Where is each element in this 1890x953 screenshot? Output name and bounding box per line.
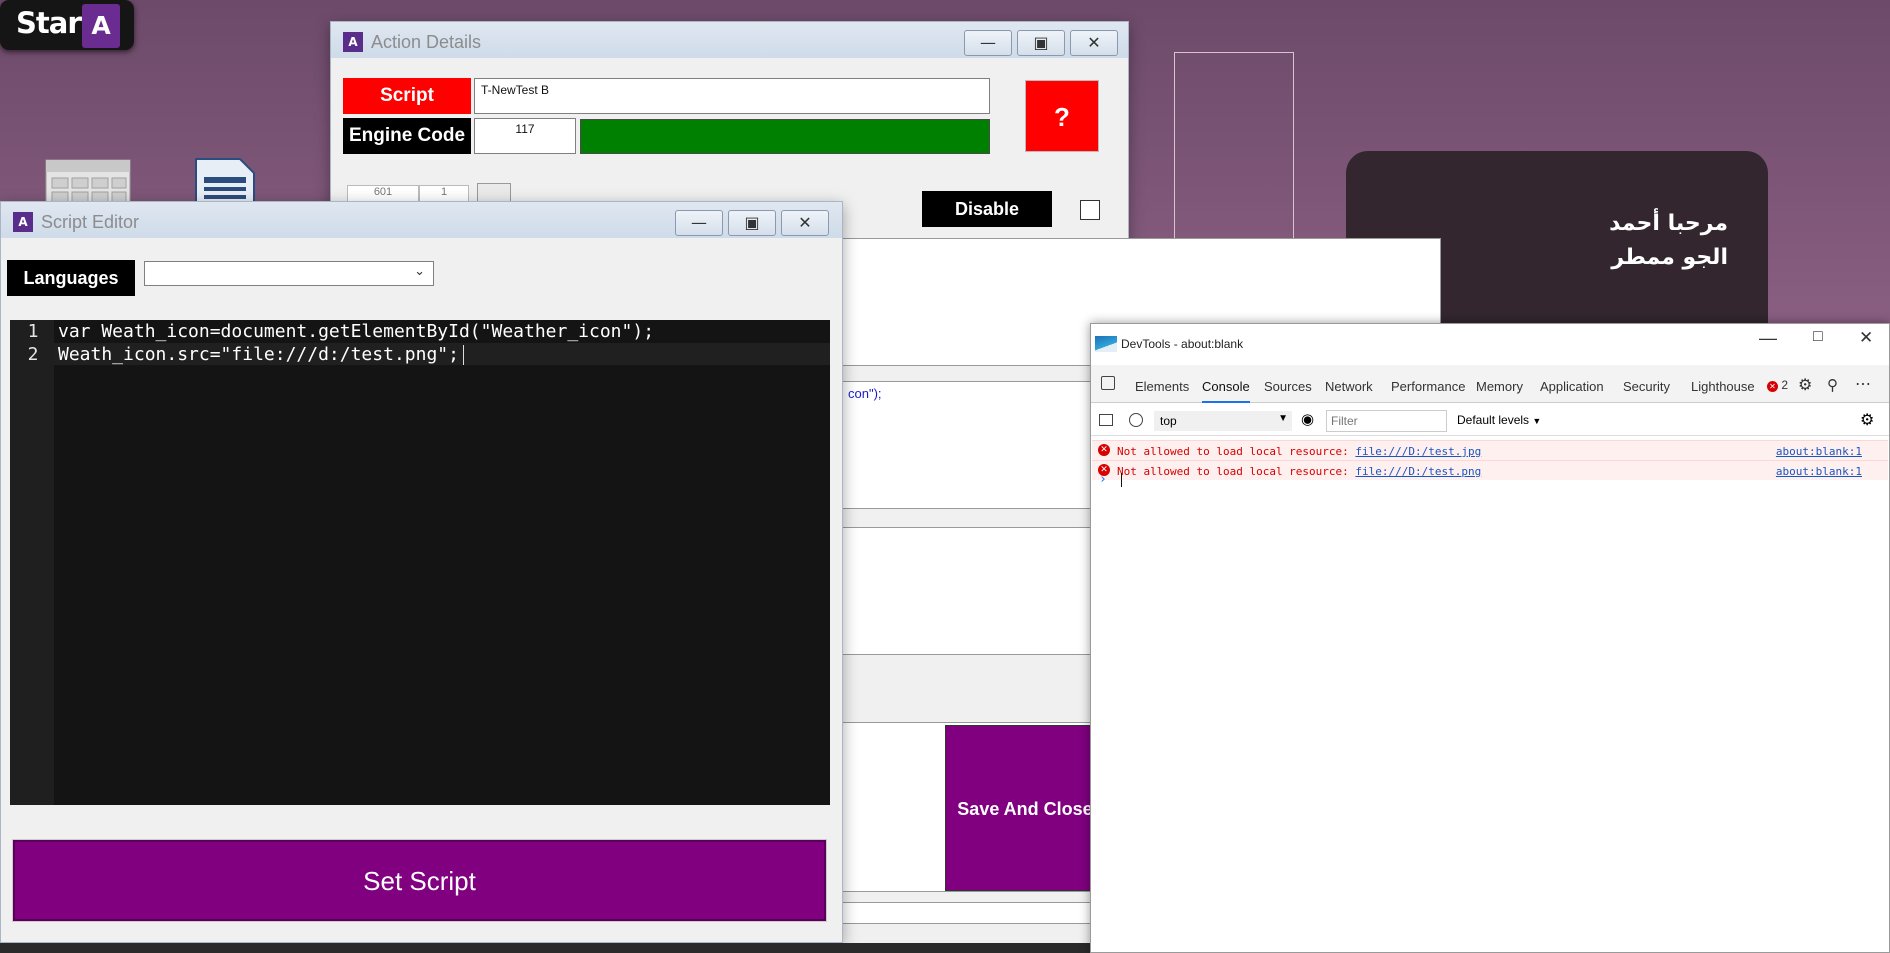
close-button[interactable]: ✕: [781, 210, 829, 236]
minimize-button[interactable]: —: [675, 210, 723, 236]
inspect-icon[interactable]: [1101, 376, 1115, 390]
window-title: DevTools - about:blank: [1121, 337, 1244, 351]
disable-button[interactable]: Disable: [922, 191, 1052, 227]
broken-image: [1174, 52, 1294, 252]
close-button[interactable]: ✕: [1859, 328, 1873, 348]
calculator-icon[interactable]: [44, 158, 132, 207]
tab-console[interactable]: Console: [1202, 379, 1250, 403]
line-gutter: [10, 320, 54, 805]
code-line: Weath_icon.src="file:///d:/test.png";: [58, 344, 459, 365]
text-cursor: [1120, 472, 1122, 487]
console-prompt[interactable]: ›: [1099, 472, 1881, 492]
disable-checkbox[interactable]: [1080, 200, 1100, 220]
text-cursor: [463, 345, 464, 365]
line-number: 1: [27, 321, 39, 342]
error-icon: ✕: [1767, 381, 1778, 392]
tab-application[interactable]: Application: [1540, 379, 1604, 394]
eye-icon[interactable]: ◉: [1301, 410, 1314, 428]
save-and-close-button[interactable]: Save And Close: [945, 725, 1105, 891]
tab-lighthouse[interactable]: Lighthouse: [1691, 379, 1755, 394]
maximize-button[interactable]: ▣: [728, 210, 776, 236]
app-logo-icon: A: [82, 4, 120, 48]
title-bar: A Action Details — ▣ ✕: [331, 22, 1128, 58]
close-button[interactable]: ✕: [1070, 30, 1118, 56]
bottom-bar: [837, 902, 1127, 924]
code-preview-text: con");: [848, 386, 882, 401]
clear-console-icon[interactable]: [1129, 413, 1143, 427]
tab-memory[interactable]: Memory: [1476, 379, 1523, 394]
error-message: Not allowed to load local resource: file…: [1117, 445, 1482, 458]
window-title: Action Details: [371, 32, 482, 52]
tab-performance[interactable]: Performance: [1391, 379, 1465, 394]
devtools-logo-icon: [1095, 336, 1117, 352]
sidebar-toggle-icon[interactable]: [1099, 414, 1113, 426]
error-count: 2: [1781, 378, 1789, 392]
maximize-button[interactable]: ▣: [1017, 30, 1065, 56]
tab-security[interactable]: Security: [1623, 379, 1670, 394]
engine-code-label: Engine Code: [343, 118, 471, 154]
languages-label: Languages: [7, 260, 135, 296]
code-editor[interactable]: 1 var Weath_icon=document.getElementById…: [10, 320, 830, 805]
console-filter-input[interactable]: [1326, 410, 1447, 432]
language-select[interactable]: ⌄: [144, 261, 434, 286]
engine-status-bar: [580, 119, 990, 154]
set-script-button[interactable]: Set Script: [12, 839, 827, 922]
title-bar: A Script Editor — ▣ ✕: [1, 202, 842, 238]
title-bar: DevTools - about:blank — □ ✕: [1091, 324, 1889, 365]
gear-icon[interactable]: ⚙: [1798, 375, 1812, 395]
minimize-button[interactable]: —: [1759, 328, 1777, 349]
script-editor-window: A Script Editor — ▣ ✕ Languages ⌄ 1 var …: [0, 201, 843, 943]
welcome-line-2: الجو ممطر: [1611, 245, 1728, 270]
document-icon[interactable]: [192, 157, 258, 208]
devtools-window: DevTools - about:blank — □ ✕ Elements Co…: [1090, 323, 1890, 953]
script-label: Script: [343, 78, 471, 114]
error-source-link[interactable]: about:blank:1: [1776, 445, 1862, 458]
error-icon: ✕: [1098, 444, 1110, 456]
maximize-button[interactable]: □: [1813, 328, 1823, 346]
error-count-badge[interactable]: ✕ 2: [1767, 378, 1788, 392]
minimize-button[interactable]: —: [964, 30, 1012, 56]
log-levels-select[interactable]: Default levels ▼: [1457, 413, 1541, 427]
context-select[interactable]: top ▼: [1154, 411, 1292, 431]
log-levels-value: Default levels: [1457, 413, 1530, 427]
console-error-row: ✕ Not allowed to load local resource: fi…: [1092, 440, 1888, 460]
chevron-down-icon: ▼: [1532, 416, 1542, 426]
start-button[interactable]: Start A: [0, 0, 134, 50]
console-settings-icon[interactable]: ⚙: [1860, 410, 1874, 430]
welcome-line-1: مرحبا أحمد: [1609, 211, 1728, 236]
window-title: Script Editor: [41, 212, 140, 232]
engine-code-field[interactable]: 117: [474, 118, 576, 154]
more-icon[interactable]: ⋯: [1855, 374, 1871, 394]
app-logo-icon: A: [343, 32, 363, 52]
context-value: top: [1160, 414, 1177, 428]
line-number: 2: [27, 344, 39, 365]
console-toolbar: top ▼ ◉ Default levels ▼ ⚙: [1091, 404, 1889, 436]
help-button[interactable]: ?: [1025, 80, 1099, 152]
app-logo-icon: A: [13, 212, 33, 232]
chevron-down-icon: ▼: [1278, 413, 1288, 424]
tab-sources[interactable]: Sources: [1264, 379, 1312, 394]
chevron-down-icon: ⌄: [414, 264, 425, 279]
feedback-icon[interactable]: ⚲: [1827, 376, 1838, 394]
taskbar-strip: [0, 943, 1090, 953]
tab-network[interactable]: Network: [1325, 379, 1373, 394]
code-line: var Weath_icon=document.getElementById("…: [58, 321, 655, 342]
prompt-icon: ›: [1099, 472, 1107, 487]
error-link[interactable]: file:///D:/test.jpg: [1355, 445, 1481, 458]
script-name-field[interactable]: T-NewTest B: [474, 78, 990, 114]
tab-elements[interactable]: Elements: [1135, 379, 1189, 394]
